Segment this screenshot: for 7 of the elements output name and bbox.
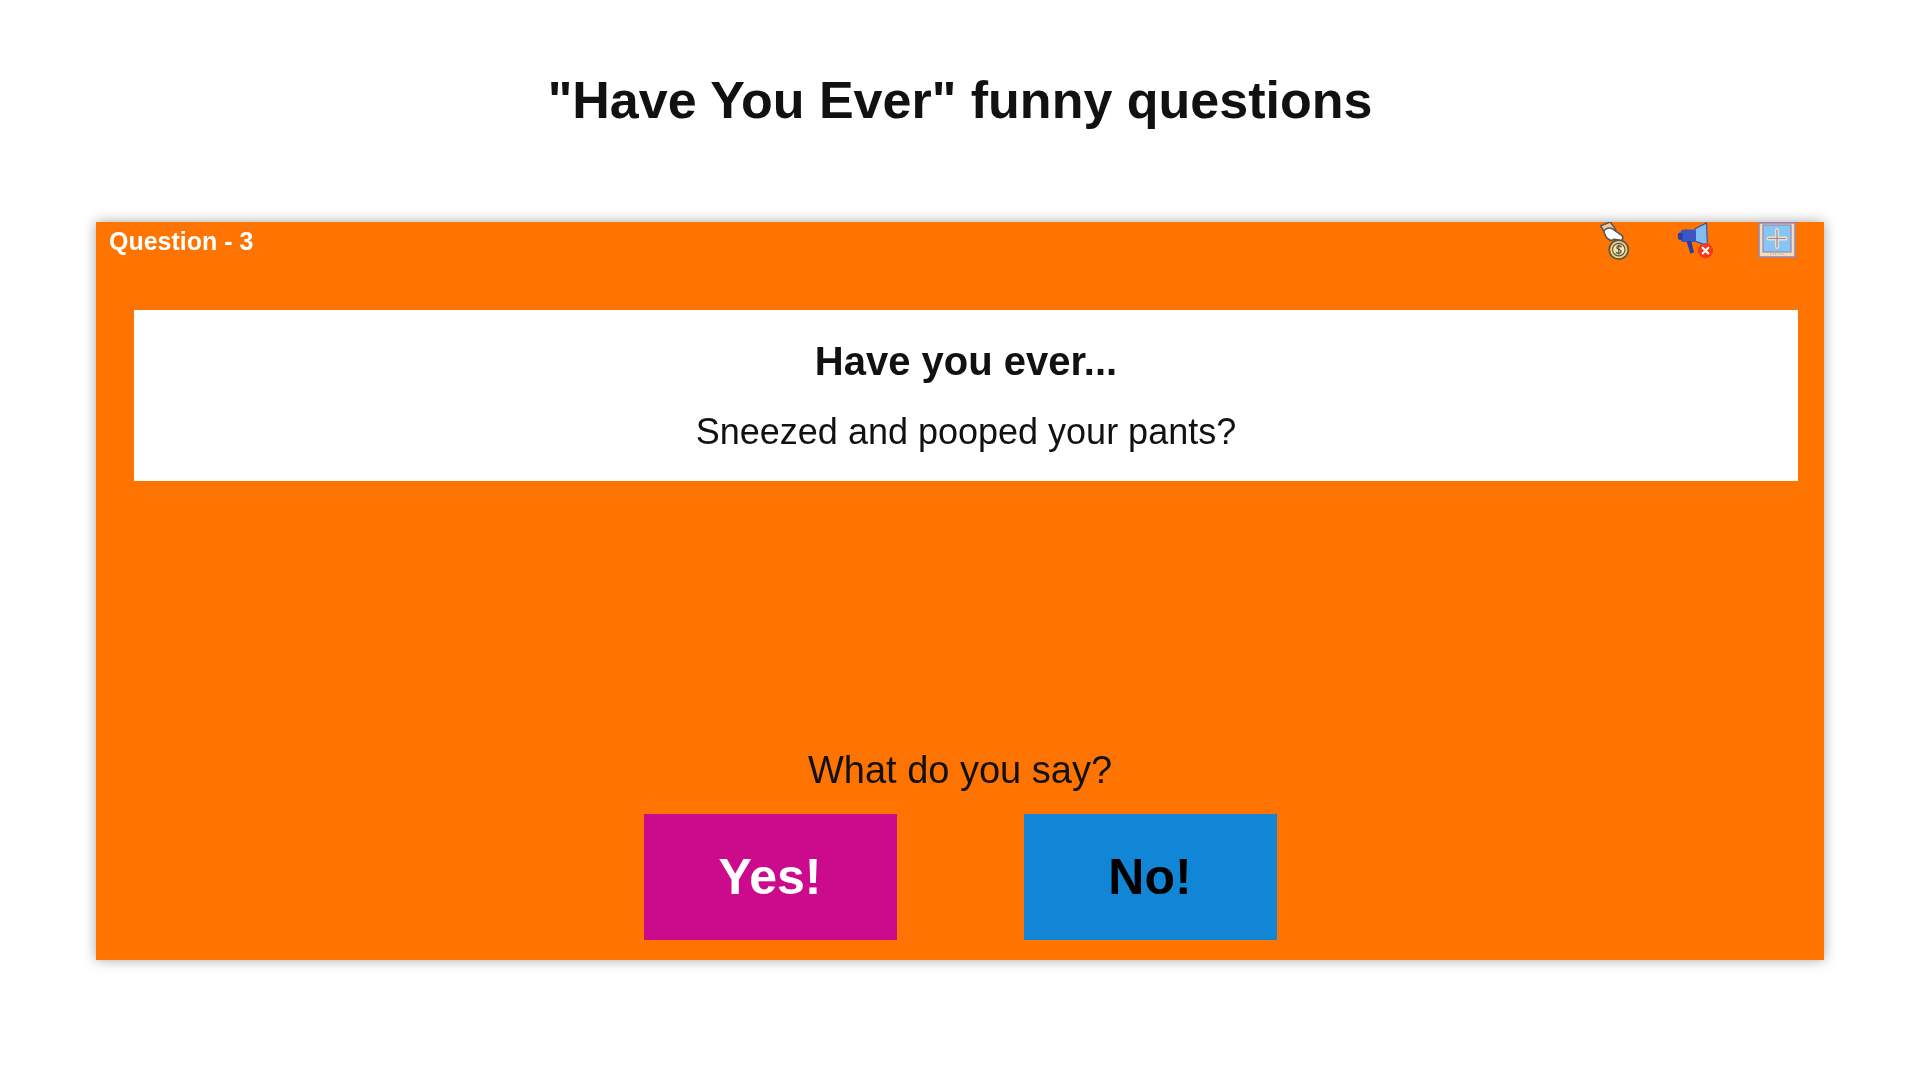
- answer-button[interactable]: No!: [1023, 814, 1277, 940]
- question-number: Question - 3: [109, 226, 254, 256]
- page-title: "Have You Ever" funny questions: [547, 70, 1373, 131]
- question-text: Sneezed and pooped your pants?: [695, 410, 1237, 454]
- answer-prompt: What do you say?: [807, 748, 1113, 793]
- question-heading: Have you ever...: [814, 338, 1118, 385]
- answer-button[interactable]: Yes!: [643, 814, 897, 940]
